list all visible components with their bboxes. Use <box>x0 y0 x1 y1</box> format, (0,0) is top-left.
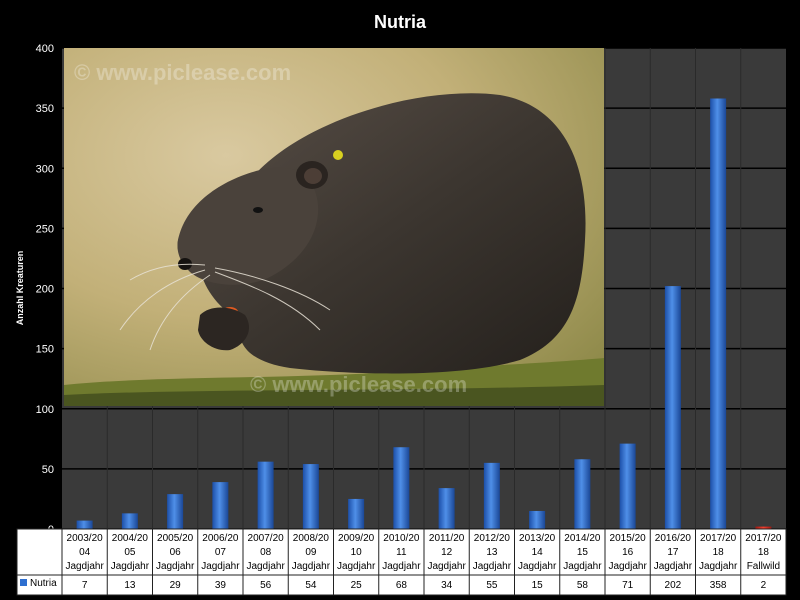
bar <box>710 98 727 529</box>
watermark-top: © www.piclease.com <box>74 60 291 85</box>
data-label: 15 <box>532 580 544 591</box>
x-tick-label: 2006/20 <box>202 533 239 544</box>
x-tick-label: Jagdjahr <box>111 561 150 572</box>
x-tick-label: 2012/20 <box>474 533 511 544</box>
x-tick-label: 15 <box>577 547 589 558</box>
x-tick-label: Jagdjahr <box>65 561 104 572</box>
data-label: 13 <box>124 580 136 591</box>
data-label: 54 <box>305 580 317 591</box>
chart-svg: Nutria Anzahl Kreaturen 0501001502002503… <box>15 12 787 596</box>
x-tick-label: 2015/20 <box>610 533 647 544</box>
x-tick-label: 18 <box>758 547 770 558</box>
data-label: 7 <box>82 580 88 591</box>
x-tick-label: 14 <box>532 547 544 558</box>
x-tick-label: 13 <box>486 547 498 558</box>
bar <box>76 520 93 529</box>
bar <box>483 462 500 529</box>
x-tick-label: 2004/20 <box>112 533 149 544</box>
x-tick-label: 06 <box>170 547 182 558</box>
data-label: 29 <box>170 580 182 591</box>
x-tick-label: Jagdjahr <box>382 561 421 572</box>
bar <box>167 494 184 529</box>
bar <box>619 443 636 529</box>
bar <box>529 510 546 529</box>
x-tick-label: 12 <box>441 547 453 558</box>
y-tick-label: 200 <box>36 284 54 296</box>
x-tick-label: 05 <box>124 547 136 558</box>
x-tick-label: Jagdjahr <box>563 561 602 572</box>
data-label: 56 <box>260 580 272 591</box>
y-axis-ticks: 050100150200250300350400 <box>36 43 54 536</box>
legend-swatch <box>20 579 27 586</box>
y-tick-label: 350 <box>36 103 54 115</box>
x-tick-label: 10 <box>351 547 363 558</box>
y-tick-label: 400 <box>36 43 54 55</box>
data-label: 39 <box>215 580 227 591</box>
x-tick-label: 08 <box>260 547 272 558</box>
chart-container: Nutria Anzahl Kreaturen 0501001502002503… <box>0 0 800 600</box>
data-table: Nutria 2003/20 04 Jagdjahr 7 2004/20 05 Jagdja… <box>16 528 787 596</box>
bar <box>574 459 591 529</box>
data-label: 2 <box>761 580 767 591</box>
x-tick-label: 07 <box>215 547 227 558</box>
data-label: 71 <box>622 580 634 591</box>
bar <box>348 498 365 529</box>
x-tick-label: 2014/20 <box>564 533 601 544</box>
x-tick-label: Jagdjahr <box>201 561 240 572</box>
bar <box>121 513 138 529</box>
x-tick-label: 2011/20 <box>429 533 465 544</box>
x-tick-label: Jagdjahr <box>699 561 738 572</box>
data-label: 25 <box>351 580 363 591</box>
bar <box>257 461 274 529</box>
x-tick-label: Jagdjahr <box>654 561 693 572</box>
x-tick-label: 2008/20 <box>293 533 330 544</box>
x-tick-label: Jagdjahr <box>608 561 647 572</box>
x-tick-label: 04 <box>79 547 91 558</box>
bar <box>438 488 455 529</box>
x-tick-label: 2017/20 <box>700 533 737 544</box>
y-tick-label: 100 <box>36 404 54 416</box>
x-tick-label: 2017/20 <box>745 533 782 544</box>
x-tick-label: Jagdjahr <box>427 561 466 572</box>
x-tick-label: Jagdjahr <box>337 561 376 572</box>
data-label: 202 <box>665 580 682 591</box>
x-tick-label: Jagdjahr <box>518 561 557 572</box>
x-tick-label: Jagdjahr <box>473 561 512 572</box>
bar <box>302 464 319 529</box>
x-tick-label: 11 <box>396 547 407 558</box>
y-tick-label: 300 <box>36 163 54 175</box>
bar <box>664 286 681 529</box>
data-label: 34 <box>441 580 453 591</box>
x-tick-label: 2016/20 <box>655 533 692 544</box>
x-tick-label: 2005/20 <box>157 533 194 544</box>
x-tick-label: Jagdjahr <box>292 561 331 572</box>
y-tick-label: 150 <box>36 344 54 356</box>
x-tick-label: 2009/20 <box>338 533 375 544</box>
x-tick-label: 2003/20 <box>67 533 104 544</box>
legend-series-name: Nutria <box>30 578 57 589</box>
y-tick-label: 50 <box>42 464 54 476</box>
x-tick-label: Fallwild <box>747 561 780 572</box>
chart-title: Nutria <box>374 12 427 32</box>
bar <box>212 482 229 529</box>
bar <box>393 447 410 529</box>
x-tick-label: 18 <box>713 547 725 558</box>
x-tick-label: 2007/20 <box>248 533 285 544</box>
x-tick-label: 17 <box>667 547 679 558</box>
nutria-photo: © www.piclease.com © www.piclease.com <box>64 48 604 406</box>
data-label: 55 <box>486 580 498 591</box>
x-tick-label: Jagdjahr <box>246 561 285 572</box>
data-label: 68 <box>396 580 408 591</box>
x-tick-label: 09 <box>305 547 317 558</box>
watermark-bottom: © www.piclease.com <box>250 372 467 397</box>
x-tick-label: 2013/20 <box>519 533 556 544</box>
x-tick-label: Jagdjahr <box>156 561 195 572</box>
x-tick-label: 2010/20 <box>383 533 420 544</box>
y-tick-label: 250 <box>36 223 54 235</box>
data-label: 358 <box>710 580 727 591</box>
data-label: 58 <box>577 580 589 591</box>
x-tick-label: 16 <box>622 547 634 558</box>
y-axis-label: Anzahl Kreaturen <box>15 251 25 326</box>
